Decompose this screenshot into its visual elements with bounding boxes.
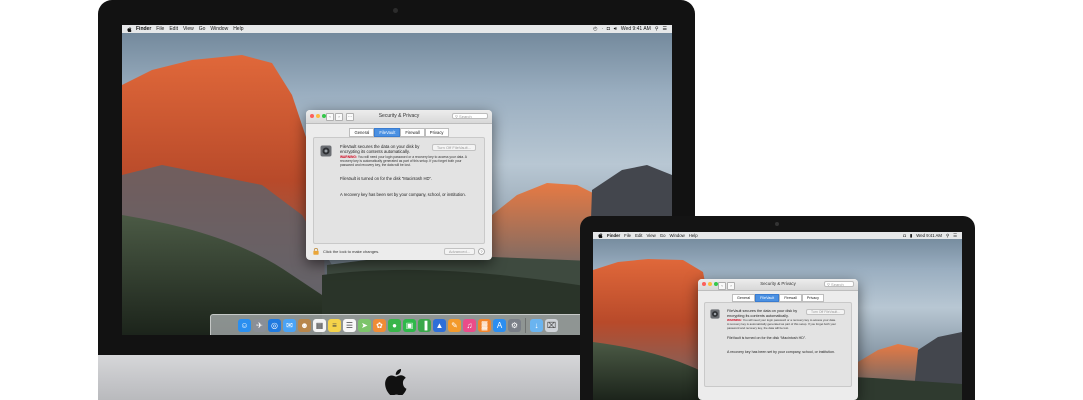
time-machine-icon[interactable]: ◴ [593, 26, 597, 32]
dock-messages-icon[interactable]: ● [388, 319, 401, 332]
apple-logo-icon [385, 369, 407, 395]
search-placeholder: Search [459, 114, 472, 119]
wifi-icon[interactable]: ◘ [903, 233, 906, 238]
warning-body: You will need your login password or a r… [727, 318, 837, 330]
menu-go[interactable]: Go [199, 26, 206, 32]
dock-numbers-icon[interactable]: ▐ [418, 319, 431, 332]
menu-view[interactable]: View [183, 26, 194, 32]
dock-facetime-icon[interactable]: ▣ [403, 319, 416, 332]
advanced-button[interactable]: Advanced... [443, 248, 475, 255]
lock-bar: Click the lock to make changes. Advanced… [313, 247, 485, 256]
dock-launchpad-icon[interactable]: ✈ [253, 319, 266, 332]
lock-icon[interactable] [313, 248, 319, 255]
dock-safari-icon[interactable]: ◎ [268, 319, 281, 332]
dock-trash-icon[interactable]: ⌧ [545, 319, 558, 332]
menubar: Finder File Edit View Go Window Help ◘ ▮… [593, 232, 962, 239]
wifi-icon[interactable]: ◘ [607, 26, 610, 32]
security-privacy-window: ‹ › ⋯ Security & Privacy ⚲ Search Genera… [306, 110, 492, 260]
dock-keynote-icon[interactable]: ▲ [433, 319, 446, 332]
apple-menu-icon[interactable] [127, 26, 132, 32]
menu-finder[interactable]: Finder [607, 233, 620, 238]
filevault-description: FileVault secures the data on your disk … [340, 144, 420, 154]
menu-help[interactable]: Help [233, 26, 243, 32]
dock-maps-icon[interactable]: ➤ [358, 319, 371, 332]
search-field[interactable]: ⚲ Search [452, 113, 488, 119]
macbook-screen: Finder File Edit View Go Window Help ◘ ▮… [593, 232, 962, 400]
dock-finder-icon[interactable]: ☺ [238, 319, 251, 332]
filevault-status: FileVault is turned on for the disk “Mac… [727, 336, 807, 340]
menu-help[interactable]: Help [689, 233, 698, 238]
tab-bar: General FileVault Firewall Privacy [306, 128, 492, 137]
dock-separator [525, 318, 526, 333]
menubar: Finder File Edit View Go Window Help ◴ ᐧ… [122, 25, 672, 33]
menu-go[interactable]: Go [660, 233, 666, 238]
lock-text: Click the lock to make changes. [323, 249, 380, 254]
dock-contacts-icon[interactable]: ☻ [298, 319, 311, 332]
status-area: ◘ ▮ Wed 9:41 AM ⚲ ☰ [903, 233, 962, 239]
volume-icon[interactable]: 🔊︎ [614, 26, 617, 32]
turn-off-filevault-button[interactable]: Turn Off FileVault... [806, 309, 845, 315]
recovery-key-status: A recovery key has been set by your comp… [340, 192, 466, 197]
tab-general[interactable]: General [732, 294, 756, 302]
menu-finder[interactable]: Finder [136, 26, 151, 32]
spotlight-icon[interactable]: ⚲ [655, 26, 659, 32]
dock-downloads-icon[interactable]: ↓ [530, 319, 543, 332]
recovery-key-status: A recovery key has been set by your comp… [727, 350, 835, 354]
search-placeholder: Search [831, 282, 844, 287]
macbook-camera [775, 222, 779, 226]
status-area: ◴ ᐧ ◘ 🔊︎ Wed 9:41 AM ⚲ ☰ [593, 26, 672, 32]
filevault-pane: FileVault secures the data on your disk … [313, 137, 485, 244]
menu-file[interactable]: File [156, 26, 164, 32]
security-privacy-window: ‹ › Security & Privacy ⚲ Search General … [698, 279, 858, 400]
menu-edit[interactable]: Edit [169, 26, 178, 32]
tab-bar: General FileVault Firewall Privacy [698, 294, 858, 302]
dock: ☺ ✈ ◎ ✉ ☻ ▦ ≡ ☰ ➤ ✿ ● ▣ ▐ ▲ ✎ ♫ ▓ A ⚙ ↓ ⌧ [210, 314, 586, 335]
dock-app-store-icon[interactable]: A [493, 319, 506, 332]
tab-privacy[interactable]: Privacy [424, 128, 449, 137]
dock-itunes-icon[interactable]: ♫ [463, 319, 476, 332]
dock-calendar-icon[interactable]: ▦ [313, 319, 326, 332]
turn-off-filevault-button[interactable]: Turn Off FileVault... [431, 144, 476, 151]
filevault-status: FileVault is turned on for the disk “Mac… [340, 176, 433, 181]
filevault-icon [320, 145, 332, 157]
titlebar: ‹ › ⋯ Security & Privacy ⚲ Search [306, 110, 492, 124]
notification-center-icon[interactable]: ☰ [953, 233, 957, 239]
clock[interactable]: Wed 9:41 AM [916, 233, 942, 238]
warning-body: You will need your login password or a r… [340, 155, 467, 167]
tab-privacy[interactable]: Privacy [801, 294, 824, 302]
dock-system-preferences-icon[interactable]: ⚙ [508, 319, 521, 332]
dock-pages-icon[interactable]: ✎ [448, 319, 461, 332]
help-button[interactable]: ? [478, 248, 485, 255]
filevault-pane: FileVault secures the data on your disk … [704, 302, 852, 387]
dock-ibooks-icon[interactable]: ▓ [478, 319, 491, 332]
menu-edit[interactable]: Edit [635, 233, 642, 238]
warning-text: WARNING: You will need your login passwo… [727, 318, 837, 330]
spotlight-icon[interactable]: ⚲ [946, 233, 949, 239]
dock-notes-icon[interactable]: ≡ [328, 319, 341, 332]
tab-filevault[interactable]: FileVault [374, 128, 401, 137]
titlebar: ‹ › Security & Privacy ⚲ Search [698, 279, 858, 291]
dock-photos-icon[interactable]: ✿ [373, 319, 386, 332]
tab-general[interactable]: General [349, 128, 375, 137]
imac-camera [393, 8, 398, 13]
apple-menu-icon[interactable] [598, 233, 603, 238]
menu-window[interactable]: Window [210, 26, 228, 32]
dock-mail-icon[interactable]: ✉ [283, 319, 296, 332]
menu-file[interactable]: File [624, 233, 631, 238]
tab-firewall[interactable]: Firewall [400, 128, 425, 137]
menu-window[interactable]: Window [669, 233, 684, 238]
battery-icon[interactable]: ▮ [910, 233, 912, 239]
dock-reminders-icon[interactable]: ☰ [343, 319, 356, 332]
search-field[interactable]: ⚲ Search [824, 281, 854, 287]
warning-text: WARNING: You will need your login passwo… [340, 155, 468, 167]
clock[interactable]: Wed 9:41 AM [621, 26, 651, 32]
notification-center-icon[interactable]: ☰ [663, 26, 667, 32]
bluetooth-icon[interactable]: ᐧ [601, 26, 602, 32]
menu-view[interactable]: View [646, 233, 655, 238]
tab-firewall[interactable]: Firewall [779, 294, 802, 302]
filevault-icon [710, 309, 720, 319]
tab-filevault[interactable]: FileVault [755, 294, 780, 302]
